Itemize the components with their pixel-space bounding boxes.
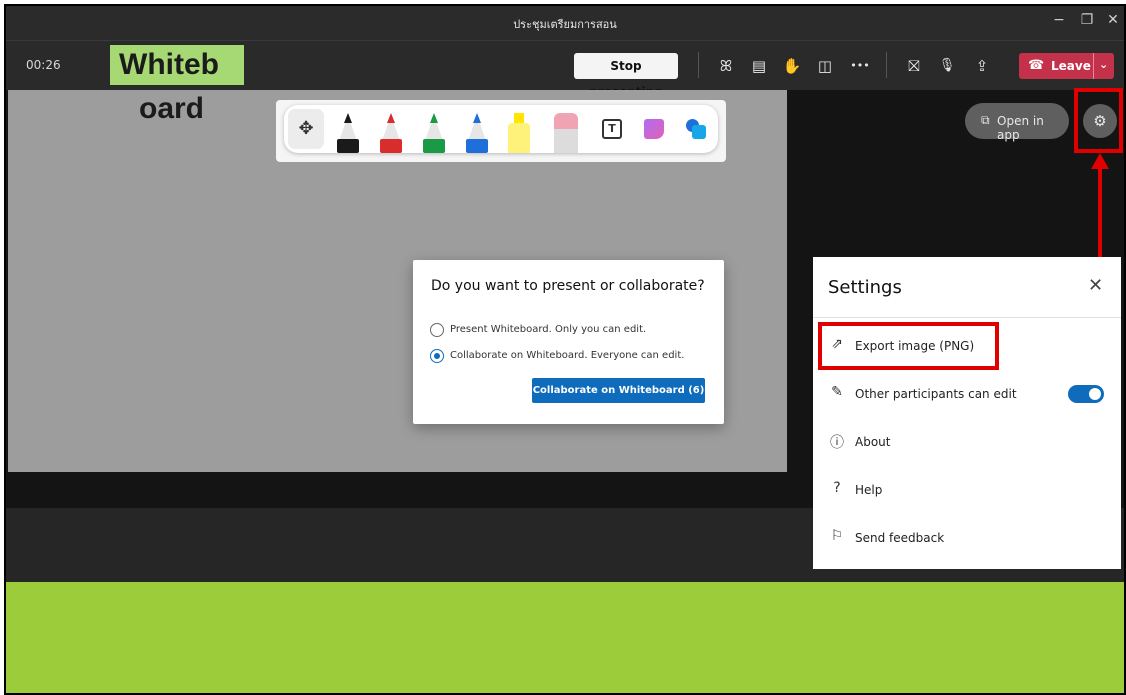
minimize-icon[interactable]: − bbox=[1046, 12, 1072, 28]
phone-hangup-icon: ☎ bbox=[1028, 58, 1045, 73]
send-feedback-label: Send feedback bbox=[855, 531, 945, 545]
arrow-shaft bbox=[1098, 168, 1102, 258]
divider bbox=[813, 317, 1121, 318]
export-highlight-box bbox=[818, 322, 999, 370]
present-option-label: Present Whiteboard. Only you can edit. bbox=[450, 324, 647, 335]
chat-icon[interactable]: ▤ bbox=[747, 54, 771, 78]
meeting-controls-bar: 00:26 Whiteb Stop presenting ꕤ ▤ ✋ ◫ •••… bbox=[6, 40, 1124, 99]
help-item[interactable]: ? Help bbox=[813, 475, 1121, 505]
open-in-app-label: Open in app bbox=[997, 114, 1044, 142]
open-external-icon: ⧉ bbox=[981, 113, 990, 127]
present-or-collaborate-dialog: Do you want to present or collaborate? P… bbox=[413, 260, 724, 424]
black-pen-icon[interactable] bbox=[337, 113, 359, 153]
blue-pen-icon[interactable] bbox=[466, 113, 488, 153]
camera-off-icon[interactable]: ⛝ bbox=[902, 54, 926, 78]
eraser-icon[interactable] bbox=[554, 113, 578, 153]
feedback-icon: ⚐ bbox=[830, 528, 844, 544]
text-tool-icon[interactable]: T bbox=[602, 119, 622, 139]
breakout-rooms-icon[interactable]: ◫ bbox=[813, 54, 837, 78]
restore-icon[interactable]: ❐ bbox=[1074, 12, 1100, 28]
close-icon[interactable]: ✕ bbox=[1088, 275, 1103, 296]
stop-presenting-button[interactable]: Stop presenting bbox=[574, 53, 678, 99]
raise-hand-icon[interactable]: ✋ bbox=[780, 54, 804, 78]
collaborate-radio[interactable] bbox=[430, 349, 444, 363]
close-icon[interactable]: ✕ bbox=[1100, 12, 1124, 28]
share-tray-icon[interactable]: ⇪ bbox=[970, 54, 994, 78]
highlighter-icon[interactable] bbox=[506, 113, 532, 153]
pencil-icon: ✎ bbox=[831, 384, 843, 400]
about-label: About bbox=[855, 435, 891, 449]
settings-highlight-box bbox=[1074, 88, 1123, 153]
whiteboard-annotation-label-continued: oard bbox=[139, 92, 205, 125]
microphone-icon[interactable]: 🎙 bbox=[935, 54, 959, 78]
present-radio[interactable] bbox=[430, 323, 444, 337]
arrow-head bbox=[1091, 153, 1109, 169]
bottom-band bbox=[6, 582, 1124, 693]
participants-can-edit-label: Other participants can edit bbox=[855, 387, 1017, 401]
red-pen-icon[interactable] bbox=[380, 113, 402, 153]
sticky-note-icon[interactable] bbox=[644, 119, 664, 139]
chevron-down-icon[interactable]: ⌄ bbox=[1099, 58, 1108, 71]
info-icon: ⓘ bbox=[830, 435, 844, 451]
about-item[interactable]: ⓘ About bbox=[813, 427, 1121, 457]
window-title: ประชุมเตรียมการสอน bbox=[513, 18, 617, 31]
help-label: Help bbox=[855, 483, 883, 497]
green-pen-icon[interactable] bbox=[423, 113, 445, 153]
separator bbox=[1093, 53, 1094, 79]
leave-label: Leave bbox=[1051, 59, 1091, 73]
participants-icon[interactable]: ꕤ bbox=[714, 54, 738, 78]
participants-edit-toggle[interactable] bbox=[1068, 385, 1104, 403]
help-icon: ? bbox=[833, 480, 841, 496]
dialog-title: Do you want to present or collaborate? bbox=[431, 278, 705, 294]
participants-can-edit-item: ✎ Other participants can edit bbox=[813, 379, 1121, 409]
leave-button[interactable]: ☎ Leave ⌄ bbox=[1019, 53, 1114, 79]
separator bbox=[886, 52, 887, 78]
teams-window: ประชุมเตรียมการสอน − ❐ ✕ 00:26 Whiteb St… bbox=[4, 4, 1126, 695]
shapes-icon[interactable] bbox=[686, 119, 706, 139]
send-feedback-item[interactable]: ⚐ Send feedback bbox=[813, 523, 1121, 553]
move-tool-icon[interactable]: ✥ bbox=[288, 109, 324, 149]
whiteboard-annotation-label: Whiteb bbox=[110, 45, 244, 85]
collaborate-option-label: Collaborate on Whiteboard. Everyone can … bbox=[450, 350, 685, 361]
collaborate-button[interactable]: Collaborate on Whiteboard (6) bbox=[532, 378, 705, 403]
separator bbox=[698, 52, 699, 78]
settings-title: Settings bbox=[828, 277, 902, 298]
settings-panel: Settings ✕ ⇗ Export image (PNG) ✎ Other … bbox=[813, 257, 1121, 569]
meeting-timer: 00:26 bbox=[26, 58, 61, 72]
toolbar-pill: ✥ T bbox=[284, 105, 718, 153]
open-in-app-button[interactable]: ⧉ Open in app bbox=[965, 103, 1069, 142]
more-actions-icon[interactable]: ••• bbox=[848, 54, 872, 78]
title-bar: ประชุมเตรียมการสอน − ❐ ✕ bbox=[6, 6, 1124, 40]
whiteboard-toolbar: ✥ T bbox=[276, 100, 726, 162]
